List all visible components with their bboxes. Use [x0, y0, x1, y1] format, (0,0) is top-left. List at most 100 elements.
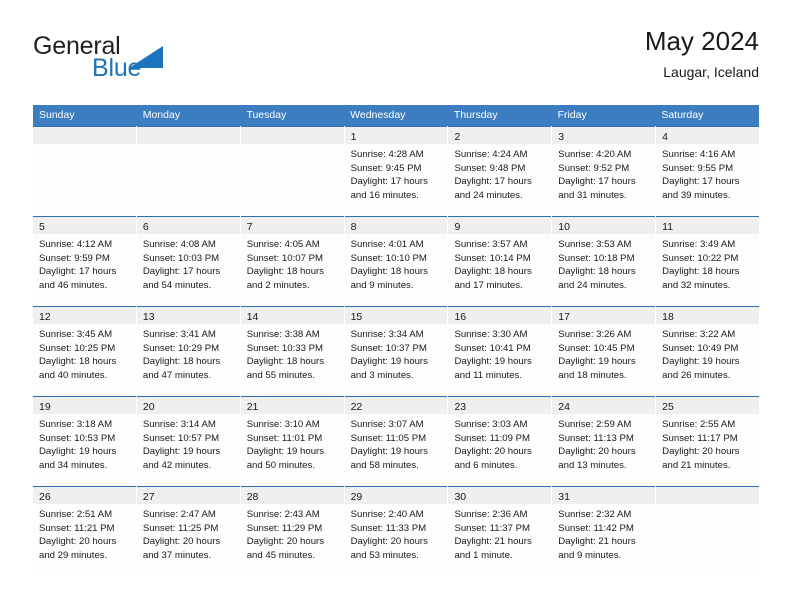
daylight-text: Daylight: 20 hours [662, 446, 740, 458]
daylight-text: and 31 minutes. [558, 189, 627, 201]
sunset-text: Sunset: 10:14 PM [454, 252, 531, 264]
daylight-text: and 18 minutes. [558, 369, 627, 381]
calendar-weeks: 1 Sunrise: 4:28 AM Sunset: 9:45 PM Daylight… [33, 126, 760, 576]
day-number: 19 [39, 401, 51, 413]
day-details: Sunrise: 2:55 AM Sunset: 11:17 PM Daylight… [656, 414, 759, 472]
calendar-day-cell[interactable]: 11 Sunrise: 3:49 AM Sunset: 10:22 PM Daylig… [656, 216, 760, 306]
sunset-text: Sunset: 10:03 PM [142, 252, 220, 264]
daylight-text: Daylight: 20 hours [142, 536, 221, 548]
day-number: 1 [350, 131, 357, 143]
daylight-text: and 55 minutes. [246, 369, 315, 381]
sunset-text: Sunset: 10:53 PM [39, 432, 116, 444]
day-number-bar: 16 [448, 307, 552, 324]
daylight-text: Daylight: 18 hours [39, 356, 117, 368]
daylight-text: Daylight: 20 hours [454, 446, 532, 458]
calendar-day-cell[interactable]: 25 Sunrise: 2:55 AM Sunset: 11:17 PM Daylig… [656, 396, 760, 486]
calendar-day-cell[interactable]: 30 Sunrise: 2:36 AM Sunset: 11:37 PM Daylig… [448, 486, 552, 576]
daylight-text: and 37 minutes. [142, 549, 212, 561]
day-number-bar: 12 [33, 307, 136, 324]
calendar-day-cell[interactable]: 28 Sunrise: 2:43 AM Sunset: 11:29 PM Daylig… [240, 486, 344, 576]
weekday-header-wednesday: Wednesday [350, 109, 406, 121]
day-number-bar: 8 [344, 217, 448, 234]
daylight-text: and 42 minutes. [142, 459, 212, 471]
day-number: 31 [558, 491, 570, 503]
day-number-bar [33, 127, 136, 144]
sunset-text: Sunset: 10:33 PM [246, 342, 323, 354]
calendar-day-cell[interactable]: 15 Sunrise: 3:34 AM Sunset: 10:37 PM Daylig… [344, 306, 448, 396]
day-number-bar [136, 127, 240, 144]
sunrise-text: Sunrise: 3:22 AM [662, 329, 736, 340]
day-details [137, 144, 240, 148]
day-number-bar: 25 [656, 397, 760, 414]
day-details: Sunrise: 3:45 AM Sunset: 10:25 PM Daylight… [33, 324, 136, 382]
sunset-text: Sunset: 10:57 PM [142, 432, 220, 444]
sunset-text: Sunset: 10:22 PM [662, 252, 739, 264]
calendar-day-cell[interactable]: 27 Sunrise: 2:47 AM Sunset: 11:25 PM Daylig… [136, 486, 240, 576]
daylight-text: Daylight: 18 hours [246, 266, 325, 278]
calendar-day-cell[interactable]: 18 Sunrise: 3:22 AM Sunset: 10:49 PM Daylig… [656, 306, 760, 396]
sunrise-text: Sunrise: 4:01 AM [350, 239, 424, 250]
weekday-header-sunday: Sunday [39, 109, 75, 121]
daylight-text: Daylight: 20 hours [350, 536, 428, 548]
calendar-day-cell[interactable]: 1 Sunrise: 4:28 AM Sunset: 9:45 PM Daylight… [344, 126, 448, 216]
daylight-text: Daylight: 19 hours [39, 446, 117, 458]
daylight-text: Daylight: 20 hours [246, 536, 325, 548]
day-details: Sunrise: 2:51 AM Sunset: 11:21 PM Daylight… [33, 504, 136, 562]
daylight-text: Daylight: 20 hours [39, 536, 117, 548]
calendar-day-cell[interactable]: 20 Sunrise: 3:14 AM Sunset: 10:57 PM Daylig… [136, 396, 240, 486]
day-number-bar [656, 487, 760, 504]
daylight-text: and 26 minutes. [662, 369, 731, 381]
sunrise-text: Sunrise: 4:28 AM [350, 149, 424, 160]
day-number: 2 [454, 131, 461, 143]
calendar-day-cell[interactable]: 29 Sunrise: 2:40 AM Sunset: 11:33 PM Daylig… [344, 486, 448, 576]
daylight-text: Daylight: 17 hours [454, 176, 532, 188]
calendar-day-cell[interactable]: 10 Sunrise: 3:53 AM Sunset: 10:18 PM Daylig… [552, 216, 656, 306]
calendar-day-cell[interactable]: 17 Sunrise: 3:26 AM Sunset: 10:45 PM Daylig… [552, 306, 656, 396]
calendar-day-cell[interactable]: 24 Sunrise: 2:59 AM Sunset: 11:13 PM Daylig… [552, 396, 656, 486]
calendar-day-cell[interactable]: 9 Sunrise: 3:57 AM Sunset: 10:14 PM Dayligh… [448, 216, 552, 306]
day-details: Sunrise: 3:30 AM Sunset: 10:41 PM Daylight… [448, 324, 551, 382]
calendar-day-cell[interactable]: 19 Sunrise: 3:18 AM Sunset: 10:53 PM Daylig… [33, 396, 136, 486]
sunrise-text: Sunrise: 3:14 AM [142, 419, 216, 430]
calendar-day-cell[interactable]: 12 Sunrise: 3:45 AM Sunset: 10:25 PM Daylig… [33, 306, 136, 396]
day-details: Sunrise: 3:10 AM Sunset: 11:01 PM Daylight… [241, 414, 344, 472]
day-details: Sunrise: 4:01 AM Sunset: 10:10 PM Daylight… [345, 234, 448, 292]
daylight-text: and 46 minutes. [39, 279, 108, 291]
sunset-text: Sunset: 10:25 PM [39, 342, 116, 354]
daylight-text: Daylight: 18 hours [558, 266, 636, 278]
calendar-day-cell[interactable]: 31 Sunrise: 2:32 AM Sunset: 11:42 PM Daylig… [552, 486, 656, 576]
day-number: 22 [350, 401, 363, 413]
calendar-day-cell[interactable]: 4 Sunrise: 4:16 AM Sunset: 9:55 PM Daylight… [656, 126, 760, 216]
calendar-day-cell[interactable]: 7 Sunrise: 4:05 AM Sunset: 10:07 PM Dayligh… [240, 216, 344, 306]
calendar-day-cell[interactable]: 26 Sunrise: 2:51 AM Sunset: 11:21 PM Daylig… [33, 486, 136, 576]
daylight-text: Daylight: 17 hours [39, 266, 117, 278]
day-number-bar: 1 [344, 127, 448, 144]
sunset-text: Sunset: 10:07 PM [246, 252, 323, 264]
daylight-text: and 16 minutes. [350, 189, 419, 201]
calendar-day-cell[interactable]: 3 Sunrise: 4:20 AM Sunset: 9:52 PM Daylight… [552, 126, 656, 216]
day-number: 3 [558, 131, 565, 143]
calendar-day-cell[interactable]: 22 Sunrise: 3:07 AM Sunset: 11:05 PM Daylig… [344, 396, 448, 486]
general-blue-logo[interactable]: General Blue [33, 32, 293, 92]
calendar-day-cell[interactable]: 23 Sunrise: 3:03 AM Sunset: 11:09 PM Daylig… [448, 396, 552, 486]
calendar-day-cell[interactable]: 13 Sunrise: 3:41 AM Sunset: 10:29 PM Daylig… [136, 306, 240, 396]
calendar-day-cell[interactable]: 14 Sunrise: 3:38 AM Sunset: 10:33 PM Daylig… [240, 306, 344, 396]
brand-word-blue: Blue [92, 54, 142, 82]
day-details: Sunrise: 4:12 AM Sunset: 9:59 PM Daylight:… [33, 234, 136, 292]
sunrise-text: Sunrise: 4:12 AM [39, 239, 113, 250]
calendar-day-cell[interactable]: 16 Sunrise: 3:30 AM Sunset: 10:41 PM Daylig… [448, 306, 552, 396]
calendar-week-row: 19 Sunrise: 3:18 AM Sunset: 10:53 PM Daylig… [33, 396, 760, 486]
day-number-bar: 6 [136, 217, 240, 234]
daylight-text: Daylight: 21 hours [454, 536, 532, 548]
day-details: Sunrise: 3:07 AM Sunset: 11:05 PM Daylight… [345, 414, 448, 472]
sunset-text: Sunset: 11:25 PM [142, 522, 219, 534]
calendar-day-cell[interactable]: 5 Sunrise: 4:12 AM Sunset: 9:59 PM Daylight… [33, 216, 136, 306]
day-details [33, 144, 136, 148]
daylight-text: and 53 minutes. [350, 549, 419, 561]
calendar-day-cell[interactable]: 8 Sunrise: 4:01 AM Sunset: 10:10 PM Dayligh… [344, 216, 448, 306]
calendar-day-cell[interactable]: 2 Sunrise: 4:24 AM Sunset: 9:48 PM Daylight… [448, 126, 552, 216]
calendar-day-cell[interactable]: 21 Sunrise: 3:10 AM Sunset: 11:01 PM Daylig… [240, 396, 344, 486]
daylight-text: and 39 minutes. [662, 189, 731, 201]
calendar-day-cell[interactable]: 6 Sunrise: 4:08 AM Sunset: 10:03 PM Dayligh… [136, 216, 240, 306]
sunrise-text: Sunrise: 2:59 AM [558, 419, 632, 430]
